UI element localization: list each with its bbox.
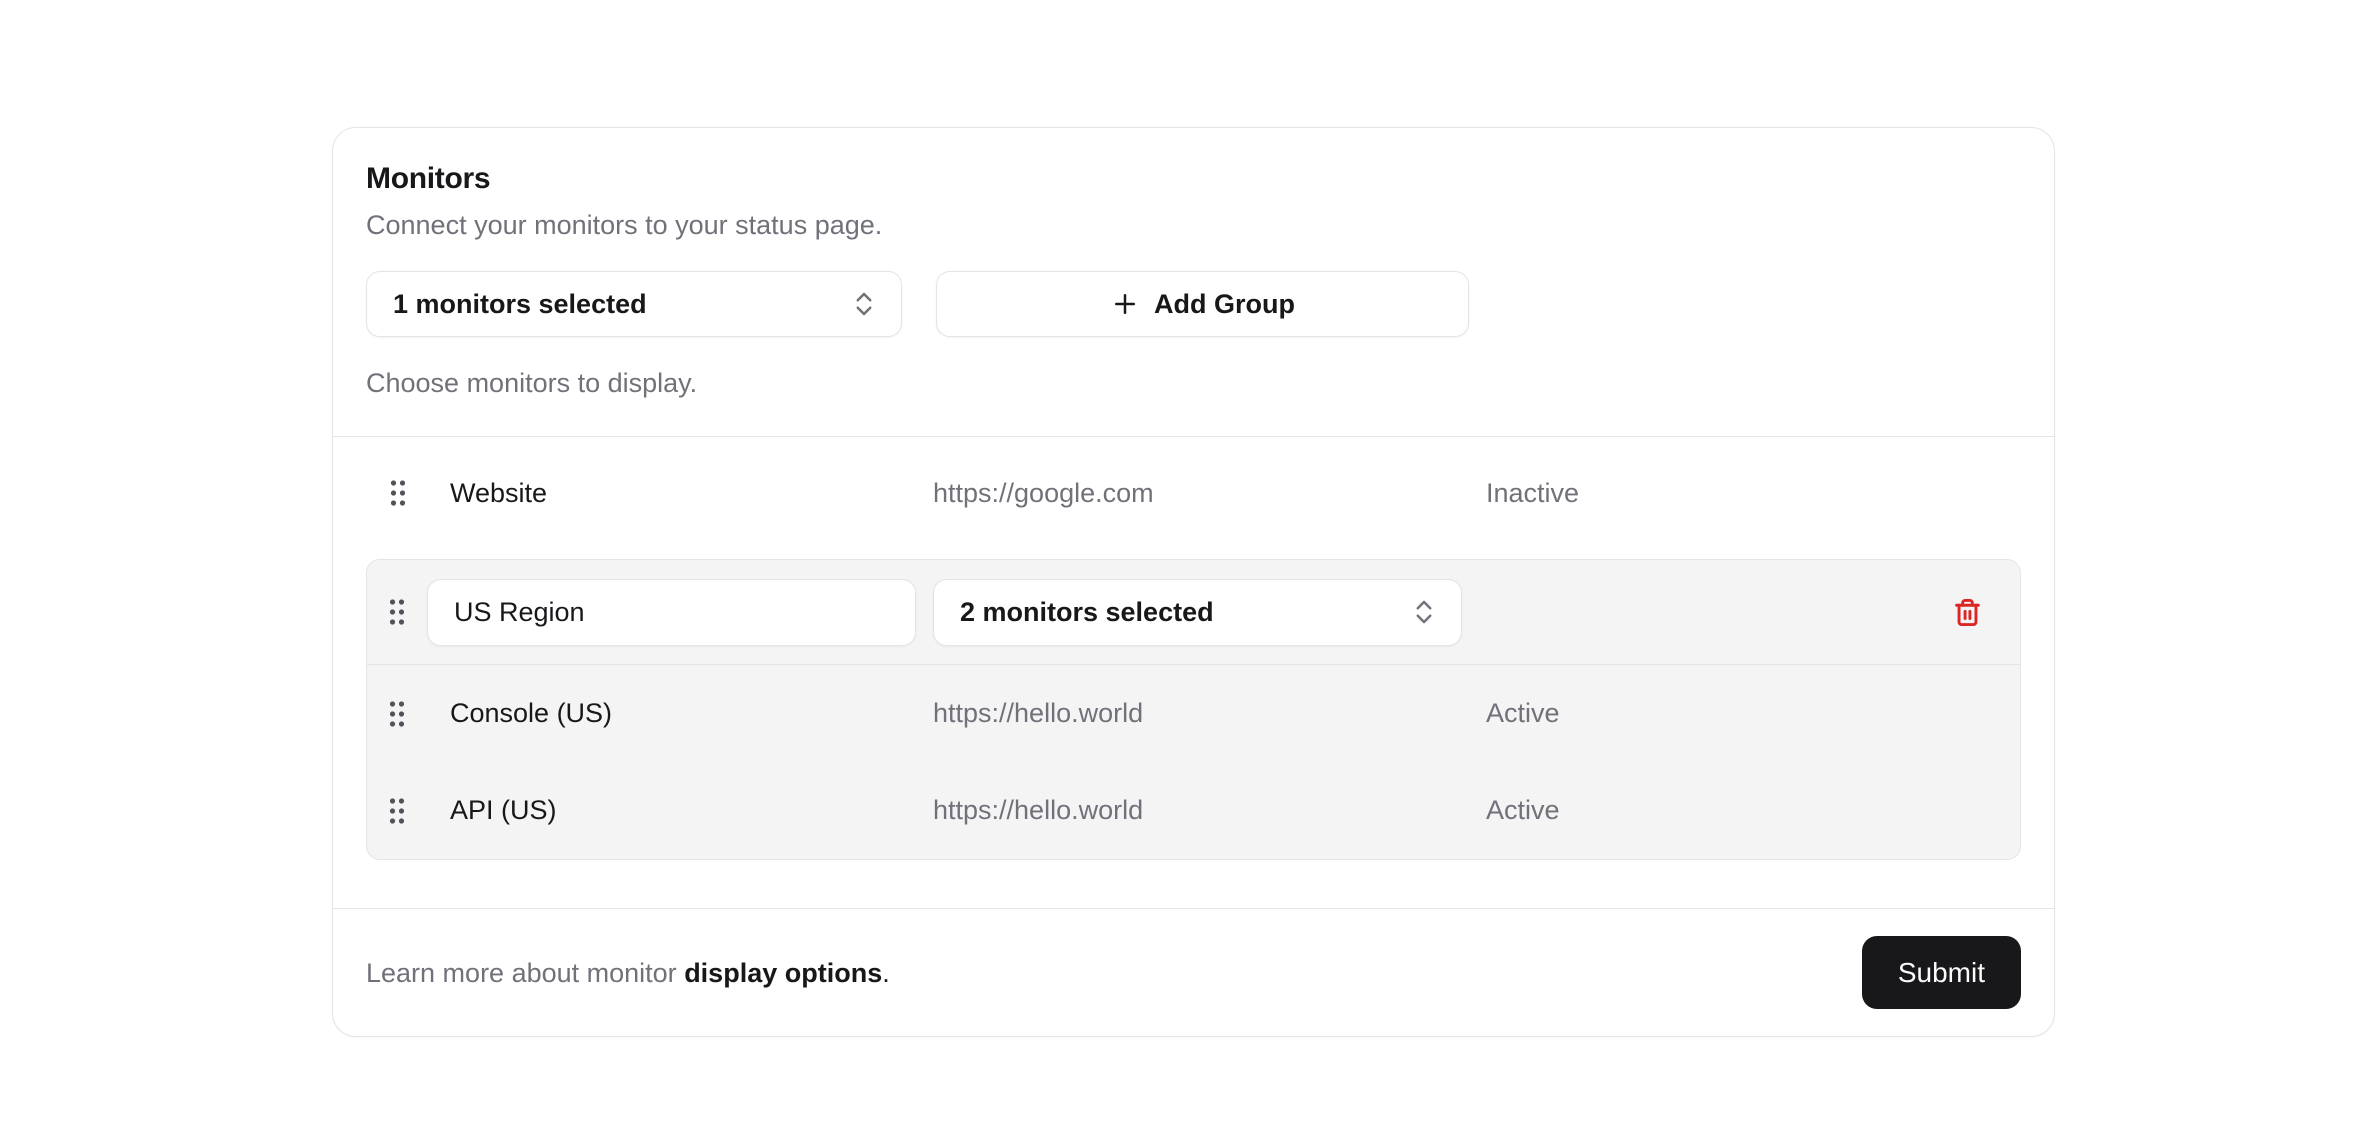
add-group-button[interactable]: Add Group: [936, 271, 1469, 337]
drag-handle[interactable]: [389, 479, 450, 507]
learn-more-prefix: Learn more about monitor: [366, 958, 684, 988]
group-name-input[interactable]: [427, 579, 916, 646]
monitor-url: https://hello.world: [933, 795, 1486, 826]
monitor-name: Website: [450, 478, 933, 509]
monitor-row: Website https://google.com Inactive: [333, 437, 2054, 549]
monitors-table: Website https://google.com Inactive 2 mo…: [333, 436, 2054, 908]
monitor-name: API (US): [450, 795, 933, 826]
monitor-name: Console (US): [450, 698, 933, 729]
plus-icon: [1110, 289, 1140, 319]
add-group-label: Add Group: [1154, 289, 1295, 320]
page-title: Monitors: [366, 161, 2021, 197]
submit-button[interactable]: Submit: [1862, 936, 2021, 1009]
group-monitors-select[interactable]: 2 monitors selected: [933, 579, 1462, 646]
monitor-url: https://hello.world: [933, 698, 1486, 729]
grip-vertical-icon: [388, 797, 406, 825]
group-header-row: 2 monitors selected: [367, 560, 2020, 665]
drag-handle[interactable]: [388, 598, 406, 626]
card-header: Monitors Connect your monitors to your s…: [333, 128, 2054, 436]
drag-handle[interactable]: [388, 797, 450, 825]
grip-vertical-icon: [389, 479, 407, 507]
footer-learn-more: Learn more about monitor display options…: [366, 955, 890, 991]
grip-vertical-icon: [388, 598, 406, 626]
monitor-url: https://google.com: [933, 478, 1486, 509]
monitor-row: API (US) https://hello.world Active: [367, 762, 2020, 859]
chevrons-up-down-icon: [849, 289, 879, 319]
helper-text: Choose monitors to display.: [366, 365, 2021, 401]
monitor-status: Active: [1486, 795, 2020, 826]
page-subtitle: Connect your monitors to your status pag…: [366, 207, 2021, 243]
trash-icon: [1953, 598, 1982, 627]
header-controls: 1 monitors selected Add Group: [366, 271, 2021, 337]
monitor-status: Inactive: [1486, 478, 2054, 509]
monitors-card: Monitors Connect your monitors to your s…: [332, 127, 2055, 1037]
monitor-status: Active: [1486, 698, 2020, 729]
delete-group-button[interactable]: [1953, 598, 1982, 627]
drag-handle[interactable]: [388, 700, 450, 728]
group-monitors-select-value: 2 monitors selected: [960, 597, 1214, 628]
card-footer: Learn more about monitor display options…: [333, 908, 2054, 1036]
monitors-select[interactable]: 1 monitors selected: [366, 271, 902, 337]
chevrons-up-down-icon: [1409, 597, 1439, 627]
learn-more-suffix: .: [882, 958, 890, 988]
display-options-link[interactable]: display options: [684, 958, 882, 988]
monitor-row: Console (US) https://hello.world Active: [367, 665, 2020, 762]
group-rows: Console (US) https://hello.world Active …: [367, 665, 2020, 859]
monitor-group: 2 monitors selected: [366, 559, 2021, 860]
grip-vertical-icon: [388, 700, 406, 728]
monitors-select-value: 1 monitors selected: [393, 289, 647, 320]
